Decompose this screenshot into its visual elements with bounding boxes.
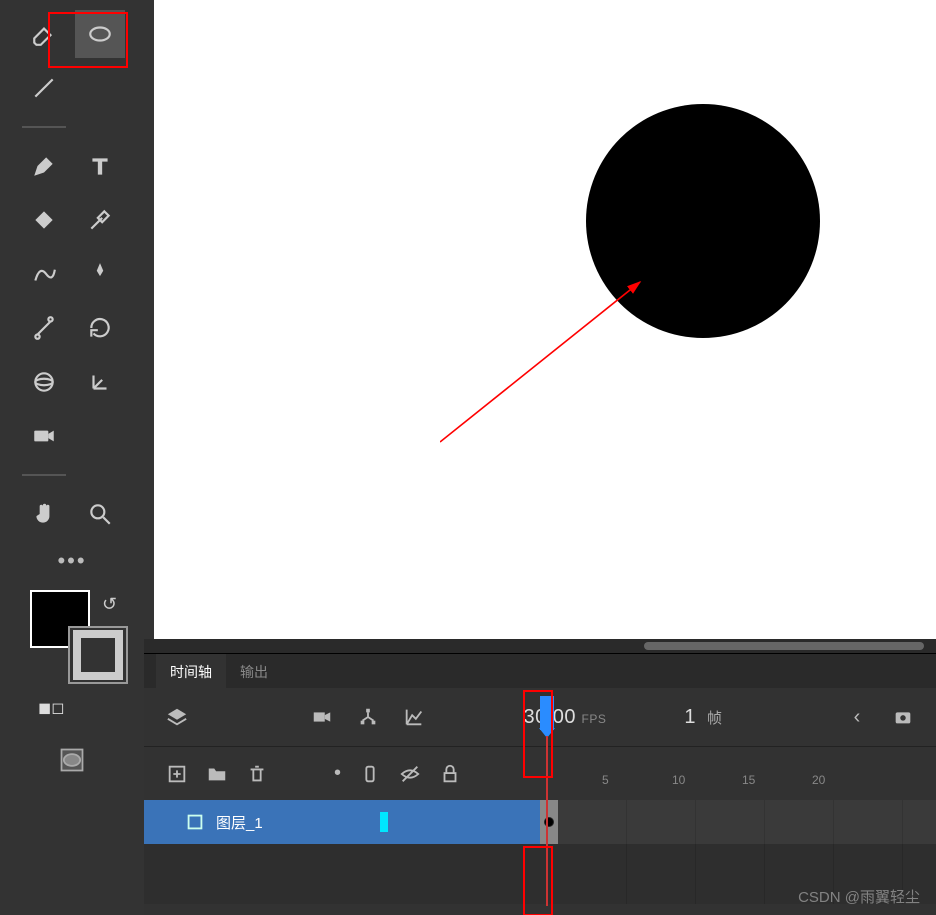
swap-colors-icon[interactable]: ↺ — [102, 594, 117, 615]
chevron-left-icon[interactable]: ‹ — [846, 706, 868, 728]
refresh-tool[interactable] — [75, 304, 125, 352]
drawn-circle[interactable] — [586, 104, 820, 338]
horizontal-scrollbar[interactable] — [144, 639, 936, 653]
ruler-tick: 20 — [812, 773, 825, 787]
keyframe-cell[interactable] — [540, 800, 558, 844]
pin-tool[interactable] — [75, 250, 125, 298]
graph-icon[interactable] — [403, 706, 425, 728]
axis-tool[interactable] — [75, 358, 125, 406]
keyframe-dot-icon — [544, 817, 554, 827]
zoom-tool[interactable] — [75, 490, 125, 538]
layer-row[interactable]: 图层_1 — [144, 800, 936, 844]
color-swatches[interactable]: ↺ ◼◻ — [22, 590, 122, 690]
stage[interactable] — [154, 0, 936, 653]
watermark: CSDN @雨翼轻尘 — [798, 886, 920, 907]
more-tools-icon[interactable]: ••• — [57, 548, 86, 574]
trash-icon[interactable] — [246, 763, 268, 785]
eyedropper-tool[interactable] — [75, 196, 125, 244]
timeline-panel: 时间轴 输出 30.00 FPS 1 帧 ‹ — [144, 653, 936, 915]
eraser-tool[interactable] — [19, 10, 69, 58]
snapshot-icon[interactable] — [892, 706, 914, 728]
paint-bucket-tool[interactable] — [19, 196, 69, 244]
camera-tool[interactable] — [19, 412, 69, 460]
annotation-box-playhead — [523, 690, 553, 778]
ruler-tick: 5 — [602, 773, 609, 787]
ruler-tick: 15 — [742, 773, 755, 787]
line-tool[interactable] — [19, 64, 69, 112]
dot-icon[interactable]: • — [334, 762, 341, 785]
device-icon[interactable] — [359, 763, 381, 785]
default-colors-icon[interactable]: ◼◻ — [38, 698, 65, 718]
tab-output[interactable]: 输出 — [226, 654, 282, 688]
layer-type-icon — [184, 811, 206, 833]
stroke-swatch[interactable] — [68, 626, 128, 684]
layer-track[interactable] — [558, 800, 936, 844]
link-icon[interactable] — [357, 706, 379, 728]
lock-icon[interactable] — [439, 763, 461, 785]
ellipse-tool[interactable] — [75, 10, 125, 58]
visibility-icon[interactable] — [399, 763, 421, 785]
toolbar: ••• ↺ ◼◻ — [0, 0, 144, 915]
new-layer-icon[interactable] — [166, 763, 188, 785]
ruler-tick: 10 — [672, 773, 685, 787]
frame-ruler[interactable]: 5 10 15 20 — [534, 767, 936, 797]
panel-tabs: 时间轴 输出 — [144, 654, 936, 688]
layers-icon[interactable] — [166, 706, 188, 728]
folder-icon[interactable] — [206, 763, 228, 785]
hand-tool[interactable] — [19, 490, 69, 538]
shape-preview-icon[interactable] — [52, 740, 92, 780]
tab-timeline[interactable]: 时间轴 — [156, 654, 226, 688]
layer-color-chip — [380, 812, 388, 832]
camera-icon[interactable] — [311, 706, 333, 728]
canvas-area — [144, 0, 936, 653]
globe-tool[interactable] — [19, 358, 69, 406]
curve-tool[interactable] — [19, 250, 69, 298]
annotation-box-keyframe — [523, 846, 553, 915]
bone-tool[interactable] — [19, 304, 69, 352]
layer-name: 图层_1 — [216, 812, 263, 833]
pen-tool[interactable] — [19, 142, 69, 190]
text-tool[interactable] — [75, 142, 125, 190]
frame-display[interactable]: 1 帧 — [684, 706, 722, 729]
